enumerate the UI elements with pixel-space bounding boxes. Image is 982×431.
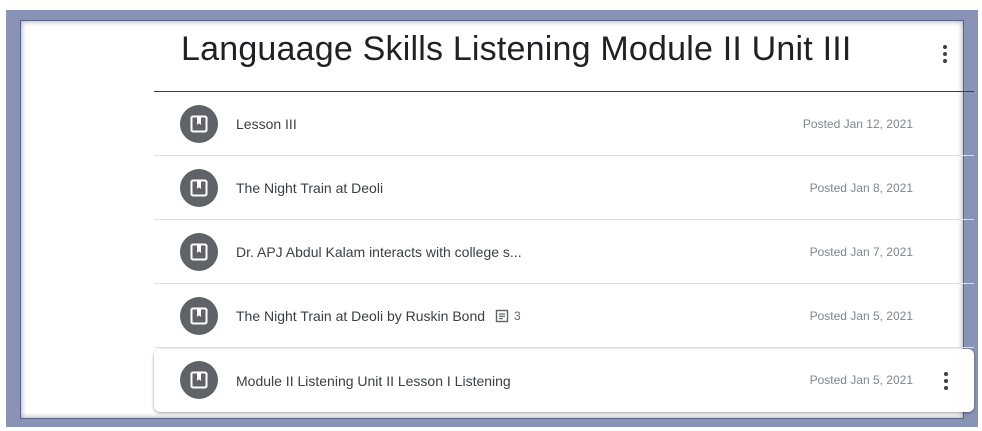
comment-count-badge: 3 <box>495 284 521 348</box>
item-title: Lesson III <box>236 116 297 132</box>
item-posted-date: Posted Jan 5, 2021 <box>809 373 913 387</box>
item-posted-date: Posted Jan 5, 2021 <box>809 309 913 323</box>
list-item[interactable]: Lesson III Posted Jan 12, 2021 <box>154 92 974 156</box>
list-item[interactable]: Module II Listening Unit II Lesson I Lis… <box>154 349 974 412</box>
bookmark-icon <box>180 169 218 207</box>
item-title: The Night Train at Deoli <box>236 180 384 196</box>
item-posted-date: Posted Jan 8, 2021 <box>809 181 913 195</box>
item-more-options-icon[interactable] <box>934 369 958 393</box>
topic-title: Languaage Skills Listening Module II Uni… <box>181 30 852 68</box>
bookmark-icon <box>180 233 218 271</box>
bookmark-icon <box>180 105 218 143</box>
list-item[interactable]: The Night Train at Deoli Posted Jan 8, 2… <box>154 156 974 220</box>
item-posted-date: Posted Jan 7, 2021 <box>809 245 913 259</box>
list-item[interactable]: The Night Train at Deoli by Ruskin Bond … <box>154 284 974 348</box>
item-posted-date: Posted Jan 12, 2021 <box>802 117 913 131</box>
material-list: Lesson III Posted Jan 12, 2021 The Night… <box>154 92 974 412</box>
item-title: The Night Train at Deoli by Ruskin Bond … <box>236 284 521 348</box>
list-item[interactable]: Dr. APJ Abdul Kalam interacts with colle… <box>154 220 974 284</box>
topic-more-options-icon[interactable] <box>933 42 957 66</box>
bookmark-icon <box>180 361 218 399</box>
comment-icon <box>495 309 509 323</box>
item-title: Dr. APJ Abdul Kalam interacts with colle… <box>236 244 522 260</box>
item-title: Module II Listening Unit II Lesson I Lis… <box>236 372 511 389</box>
comment-count: 3 <box>514 309 521 323</box>
bookmark-icon <box>180 297 218 335</box>
